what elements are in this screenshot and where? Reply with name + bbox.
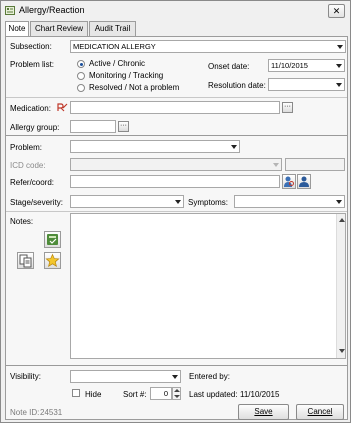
save-button[interactable]: Save <box>238 404 289 420</box>
icd-code-label: ICD code: <box>10 161 46 170</box>
sort-stepper[interactable] <box>172 387 181 400</box>
entered-by-label: Entered by: <box>189 372 230 381</box>
rx-icon <box>57 103 68 112</box>
radio-label: Active / Chronic <box>89 59 146 68</box>
divider <box>6 211 347 212</box>
divider <box>6 365 347 366</box>
resolution-date-label: Resolution date: <box>208 81 266 90</box>
chevron-down-icon <box>337 45 343 49</box>
radio-label: Monitoring / Tracking <box>89 71 164 80</box>
chevron-down-icon <box>336 83 342 87</box>
divider <box>6 135 347 136</box>
close-icon: ✕ <box>332 6 341 16</box>
icd-code-select[interactable] <box>70 158 282 171</box>
chevron-down-icon <box>336 64 342 68</box>
scroll-up-icon <box>339 218 345 222</box>
book-icon <box>47 234 58 245</box>
divider <box>6 97 347 98</box>
onset-date-label: Onset date: <box>208 62 250 71</box>
visibility-select[interactable] <box>70 370 181 383</box>
close-button[interactable]: ✕ <box>328 4 345 18</box>
allergy-group-label: Allergy group: <box>10 123 60 132</box>
visibility-label: Visibility: <box>10 372 41 381</box>
note-id-label: Note ID: <box>10 408 40 417</box>
medication-label: Medication: <box>10 104 51 113</box>
tab-audit-trail[interactable]: Audit Trail <box>89 21 136 36</box>
note-id-value: 24531 <box>40 408 63 417</box>
title-bar: Allergy/Reaction ✕ <box>1 1 350 20</box>
resolution-date-field[interactable] <box>268 78 345 91</box>
tab-chart-review[interactable]: Chart Review <box>30 21 88 36</box>
allergy-reaction-window: Allergy/Reaction ✕ Note Chart Review Aud… <box>0 0 351 423</box>
sort-number-value: 0 <box>163 389 168 398</box>
note-panel: Subsection: MEDICATION ALLERGY Problem l… <box>5 36 348 420</box>
allergy-group-field[interactable] <box>70 120 116 133</box>
notes-label: Notes: <box>10 217 34 226</box>
stepper-up-icon <box>174 389 180 392</box>
last-updated-label: Last updated: <box>189 390 238 399</box>
onset-date-value: 11/10/2015 <box>271 61 308 70</box>
radio-button <box>77 72 85 80</box>
radio-active-chronic[interactable]: Active / Chronic <box>77 59 187 70</box>
radio-monitoring-tracking[interactable]: Monitoring / Tracking <box>77 71 187 82</box>
copy-button[interactable] <box>17 252 34 269</box>
refer-coord-label: Refer/coord: <box>10 178 55 187</box>
ellipsis-icon: ··· <box>284 103 291 110</box>
window-icon <box>5 6 15 15</box>
note-template-button[interactable] <box>44 231 61 248</box>
stepper-down-icon <box>174 395 180 398</box>
allergy-group-browse-button[interactable]: ··· <box>118 121 129 132</box>
subsection-select[interactable]: MEDICATION ALLERGY <box>70 40 346 53</box>
ellipsis-icon: ··· <box>120 122 127 129</box>
problem-label: Problem: <box>10 143 43 152</box>
radio-button <box>77 84 85 92</box>
medication-browse-button[interactable]: ··· <box>282 102 293 113</box>
symptoms-label: Symptoms: <box>188 198 229 207</box>
symptoms-select[interactable] <box>234 195 345 208</box>
chevron-down-icon <box>172 375 178 379</box>
radio-label: Resolved / Not a problem <box>89 83 180 92</box>
hide-checkbox[interactable] <box>72 389 80 397</box>
radio-button <box>77 60 85 68</box>
problem-select[interactable] <box>70 140 240 153</box>
refer-coord-field[interactable] <box>70 175 280 188</box>
problem-list-label: Problem list: <box>10 60 55 69</box>
refer-search-button[interactable] <box>282 174 296 189</box>
last-updated-value: 11/10/2015 <box>240 390 280 399</box>
window-title: Allergy/Reaction <box>19 5 85 15</box>
chevron-down-icon <box>336 200 342 204</box>
chevron-down-icon <box>273 163 279 167</box>
medication-field[interactable] <box>70 101 280 114</box>
stage-severity-select[interactable] <box>70 195 184 208</box>
person-icon <box>299 176 309 187</box>
search-person-icon <box>284 176 294 187</box>
scroll-down-icon <box>339 349 345 353</box>
copy-icon <box>19 254 32 268</box>
refer-person-button[interactable] <box>297 174 311 189</box>
chevron-down-icon <box>175 200 181 204</box>
cancel-label: Cancel <box>307 407 333 416</box>
subsection-label: Subsection: <box>10 42 52 51</box>
sort-label: Sort #: <box>123 390 147 399</box>
tab-note[interactable]: Note <box>5 21 29 37</box>
star-icon <box>45 253 60 267</box>
save-label: Save <box>254 407 273 416</box>
cancel-button[interactable]: Cancel <box>296 404 344 420</box>
subsection-value: MEDICATION ALLERGY <box>73 42 156 51</box>
sort-number-field[interactable]: 0 <box>150 387 172 400</box>
chevron-down-icon <box>231 145 237 149</box>
onset-date-field[interactable]: 11/10/2015 <box>268 59 345 72</box>
hide-label: Hide <box>85 390 102 399</box>
radio-resolved[interactable]: Resolved / Not a problem <box>77 83 192 94</box>
notes-scrollbar[interactable] <box>336 214 345 358</box>
favorite-button[interactable] <box>44 252 61 269</box>
notes-textarea[interactable] <box>70 213 346 359</box>
icd-code-detail-field <box>285 158 345 171</box>
stage-severity-label: Stage/severity: <box>10 198 63 207</box>
